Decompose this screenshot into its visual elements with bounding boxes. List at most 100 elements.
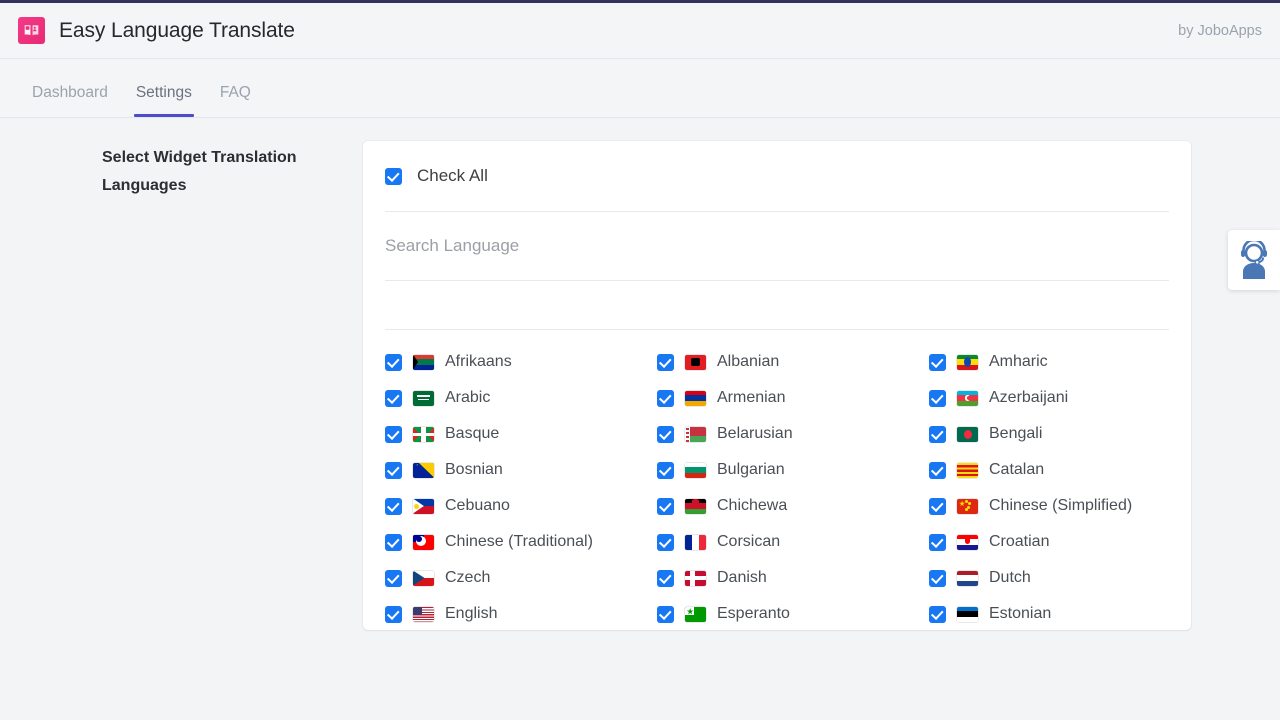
language-label: Esperanto [717,605,790,622]
language-label: Bulgarian [717,461,785,478]
language-checkbox[interactable] [657,497,674,515]
headset-agent-icon [1241,241,1267,279]
app-header: Easy Language Translate by JoboApps [0,3,1280,59]
language-checkbox[interactable] [657,425,674,443]
vendor-byline: by JoboApps [1178,22,1262,39]
language-checkbox[interactable] [929,389,946,407]
language-checkbox[interactable] [385,497,402,515]
language-item[interactable]: Esperanto [657,596,929,630]
language-label: Arabic [445,389,491,406]
filter-spacer-row [385,281,1169,330]
language-label: Armenian [717,389,786,406]
language-item[interactable]: Arabic [385,380,657,416]
language-item[interactable]: Czech [385,560,657,596]
language-label: Cebuano [445,497,510,514]
language-label: Corsican [717,533,781,550]
language-item[interactable]: Albanian [657,344,929,380]
language-checkbox[interactable] [929,569,946,587]
language-item[interactable]: Corsican [657,524,929,560]
language-item[interactable]: Bengali [929,416,1169,452]
language-item[interactable]: Estonian [929,596,1169,630]
language-label: Chichewa [717,497,788,514]
flag-icon [413,390,434,406]
flag-icon [957,606,978,622]
language-item[interactable]: Basque [385,416,657,452]
language-label: Albanian [717,353,780,370]
flag-icon [413,570,434,586]
language-label: Bosnian [445,461,503,478]
language-grid: Afrikaans Albanian Amharic Arabic Armenian Az… [385,330,1169,630]
language-checkbox[interactable] [929,461,946,479]
flag-icon [685,534,706,550]
flag-icon [685,462,706,478]
language-item[interactable]: Chichewa [657,488,929,524]
flag-icon [957,426,978,442]
flag-icon [685,390,706,406]
check-all-row[interactable]: Check All [385,141,1169,212]
support-widget-button[interactable] [1228,230,1280,290]
language-checkbox[interactable] [929,353,946,371]
language-label: Croatian [989,533,1050,550]
language-item[interactable]: Azerbaijani [929,380,1169,416]
translate-book-icon [18,17,45,44]
language-checkbox[interactable] [929,605,946,623]
language-label: Chinese (Simplified) [989,497,1133,514]
language-label: English [445,605,498,622]
language-checkbox[interactable] [929,425,946,443]
language-checkbox[interactable] [385,569,402,587]
flag-icon [413,606,434,622]
tab-faq[interactable]: FAQ [206,84,265,117]
language-checkbox[interactable] [929,533,946,551]
language-checkbox[interactable] [657,389,674,407]
language-checkbox[interactable] [657,461,674,479]
flag-icon [685,570,706,586]
flag-icon [413,534,434,550]
language-label: Dutch [989,569,1031,586]
language-checkbox[interactable] [385,425,402,443]
language-checkbox[interactable] [385,605,402,623]
language-item[interactable]: Dutch [929,560,1169,596]
tab-dashboard[interactable]: Dashboard [18,84,122,117]
language-label: Chinese (Traditional) [445,533,593,550]
language-item[interactable]: Catalan [929,452,1169,488]
language-checkbox[interactable] [657,533,674,551]
language-item[interactable]: Amharic [929,344,1169,380]
flag-icon [957,570,978,586]
language-item[interactable]: Croatian [929,524,1169,560]
primary-nav: Dashboard Settings FAQ [0,60,1280,118]
search-row [385,212,1169,281]
flag-icon [685,606,706,622]
language-checkbox[interactable] [657,569,674,587]
app-root: Easy Language Translate by JoboApps Dash… [0,0,1280,720]
language-checkbox[interactable] [385,533,402,551]
language-item[interactable]: Bulgarian [657,452,929,488]
languages-panel-body: Check All Afrikaans Albanian Amharic Arabic… [363,141,1191,630]
section-title: Select Widget Translation Languages [102,149,297,194]
language-checkbox[interactable] [385,461,402,479]
language-checkbox[interactable] [385,353,402,371]
flag-icon [413,462,434,478]
flag-icon [413,426,434,442]
check-all-checkbox[interactable] [385,167,402,185]
language-label: Belarusian [717,425,793,442]
search-input[interactable] [385,236,1169,256]
language-item[interactable]: Chinese (Simplified) [929,488,1169,524]
language-item[interactable]: Chinese (Traditional) [385,524,657,560]
language-label: Basque [445,425,500,442]
flag-icon [413,354,434,370]
language-item[interactable]: Belarusian [657,416,929,452]
language-checkbox[interactable] [657,605,674,623]
language-item[interactable]: English [385,596,657,630]
flag-icon [957,462,978,478]
tab-settings[interactable]: Settings [122,84,206,117]
language-item[interactable]: Bosnian [385,452,657,488]
language-checkbox[interactable] [929,497,946,515]
language-item[interactable]: Cebuano [385,488,657,524]
language-checkbox[interactable] [657,353,674,371]
languages-panel: Check All Afrikaans Albanian Amharic Arabic… [363,141,1191,630]
language-item[interactable]: Afrikaans [385,344,657,380]
language-checkbox[interactable] [385,389,402,407]
language-item[interactable]: Danish [657,560,929,596]
language-item[interactable]: Armenian [657,380,929,416]
language-label: Catalan [989,461,1045,478]
